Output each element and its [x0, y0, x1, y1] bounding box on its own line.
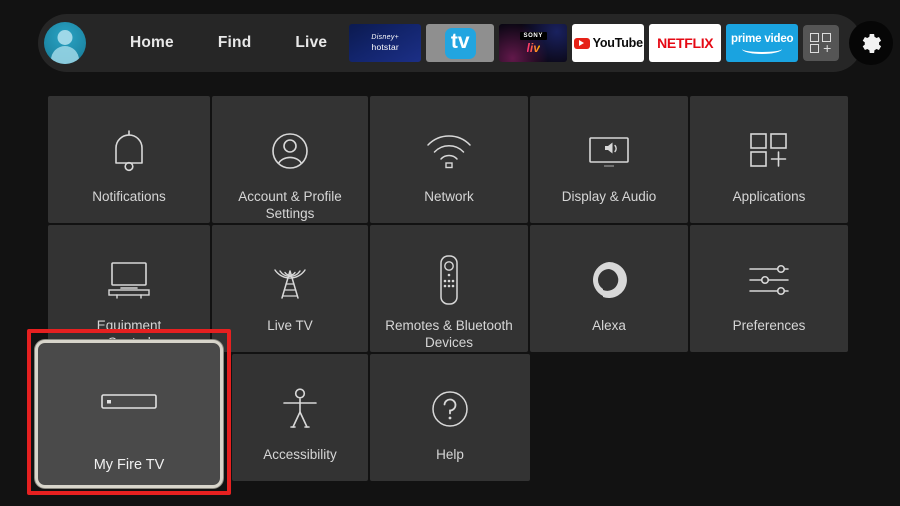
broadcast-tower-icon — [266, 251, 314, 309]
wifi-icon — [425, 122, 473, 180]
settings-tile-preferences[interactable]: Preferences — [690, 225, 848, 352]
settings-tile-notifications[interactable]: Notifications — [48, 96, 210, 223]
tile-label: My Fire TV — [93, 457, 165, 473]
settings-tile-accessibility[interactable]: Accessibility — [232, 354, 368, 481]
sony-logo-text: SONY — [519, 31, 547, 40]
settings-tile-display-audio[interactable]: Display & Audio — [530, 96, 688, 223]
tile-label: Preferences — [732, 318, 806, 333]
apps-grid-plus-icon[interactable]: + — [803, 25, 840, 61]
plus-glyph: + — [823, 40, 832, 56]
app-shortcut-prime-video[interactable]: prime video — [726, 24, 799, 62]
prime-video-logo-text: prime video — [731, 32, 794, 45]
youtube-logo-text: YouTube — [592, 36, 643, 50]
app-shortcut-strip: Disney+ hotstar tv SONY liv YouTube NETF… — [349, 21, 899, 65]
fire-tv-stick-icon — [100, 373, 158, 431]
settings-gear-button[interactable] — [849, 21, 894, 65]
remote-control-icon — [436, 251, 462, 309]
disney-logo-text: Disney+ — [371, 34, 400, 41]
apple-tv-glyph: tv — [444, 27, 476, 59]
person-circle-icon — [268, 122, 312, 180]
tile-label: Display & Audio — [561, 189, 657, 204]
tile-label: Remotes & Bluetooth Devices — [385, 318, 513, 350]
sliders-icon — [746, 251, 792, 309]
settings-tile-alexa[interactable]: Alexa — [530, 225, 688, 352]
youtube-play-icon — [573, 37, 590, 49]
hotstar-logo-text: hotstar — [371, 42, 399, 52]
app-shortcut-youtube[interactable]: YouTube — [572, 24, 645, 62]
apps-grid-plus-icon — [748, 122, 790, 180]
accessibility-person-icon — [278, 380, 322, 438]
tile-label: Applications — [732, 189, 806, 204]
fire-tv-settings-screen: Home Find Live Disney+ hotstar tv SONY l… — [0, 0, 900, 506]
top-navigation-bar: Home Find Live Disney+ hotstar tv SONY l… — [38, 14, 894, 72]
settings-tile-live-tv[interactable]: Live TV — [212, 225, 368, 352]
nav-links: Home Find Live — [108, 34, 349, 52]
tile-label: Help — [436, 447, 464, 462]
settings-tile-applications[interactable]: Applications — [690, 96, 848, 223]
app-shortcut-disney-hotstar[interactable]: Disney+ hotstar — [349, 24, 422, 62]
app-shortcut-sony-liv[interactable]: SONY liv — [499, 24, 568, 62]
avatar-head-shape — [57, 29, 73, 45]
amazon-smile-icon — [742, 44, 783, 54]
liv-logo-text: liv — [526, 40, 540, 55]
tv-stand-icon — [104, 251, 154, 309]
tile-label: Network — [424, 189, 474, 204]
tile-label: Alexa — [592, 318, 626, 333]
app-shortcut-netflix[interactable]: NETFLIX — [649, 24, 722, 62]
alexa-ring-icon — [588, 251, 630, 309]
settings-tile-account-profile-settings[interactable]: Account & Profile Settings — [212, 96, 368, 223]
settings-tile-equipment-control[interactable]: Equipment Control — [48, 225, 210, 352]
settings-tile-remotes-bluetooth-devices[interactable]: Remotes & Bluetooth Devices — [370, 225, 528, 352]
tile-label: Account & Profile Settings — [238, 189, 342, 221]
settings-tile-network[interactable]: Network — [370, 96, 528, 223]
grid-square-1 — [810, 33, 820, 42]
question-circle-icon — [429, 380, 471, 438]
settings-tile-my-fire-tv[interactable]: My Fire TV — [35, 340, 223, 488]
netflix-logo-text: NETFLIX — [657, 35, 714, 51]
nav-item-live[interactable]: Live — [273, 34, 349, 52]
app-shortcut-apple-tv[interactable]: tv — [426, 24, 495, 62]
settings-tile-help[interactable]: Help — [370, 354, 530, 481]
tile-label: Live TV — [267, 318, 313, 333]
bell-icon — [108, 122, 150, 180]
tile-label: Notifications — [92, 189, 166, 204]
user-avatar-icon[interactable] — [44, 22, 86, 64]
grid-square-3 — [810, 44, 820, 53]
nav-item-find[interactable]: Find — [196, 34, 274, 52]
tv-speaker-icon — [584, 122, 634, 180]
tile-label: Accessibility — [263, 447, 337, 462]
nav-item-home[interactable]: Home — [108, 34, 196, 52]
avatar-body-shape — [51, 45, 79, 64]
gear-icon — [862, 33, 881, 53]
